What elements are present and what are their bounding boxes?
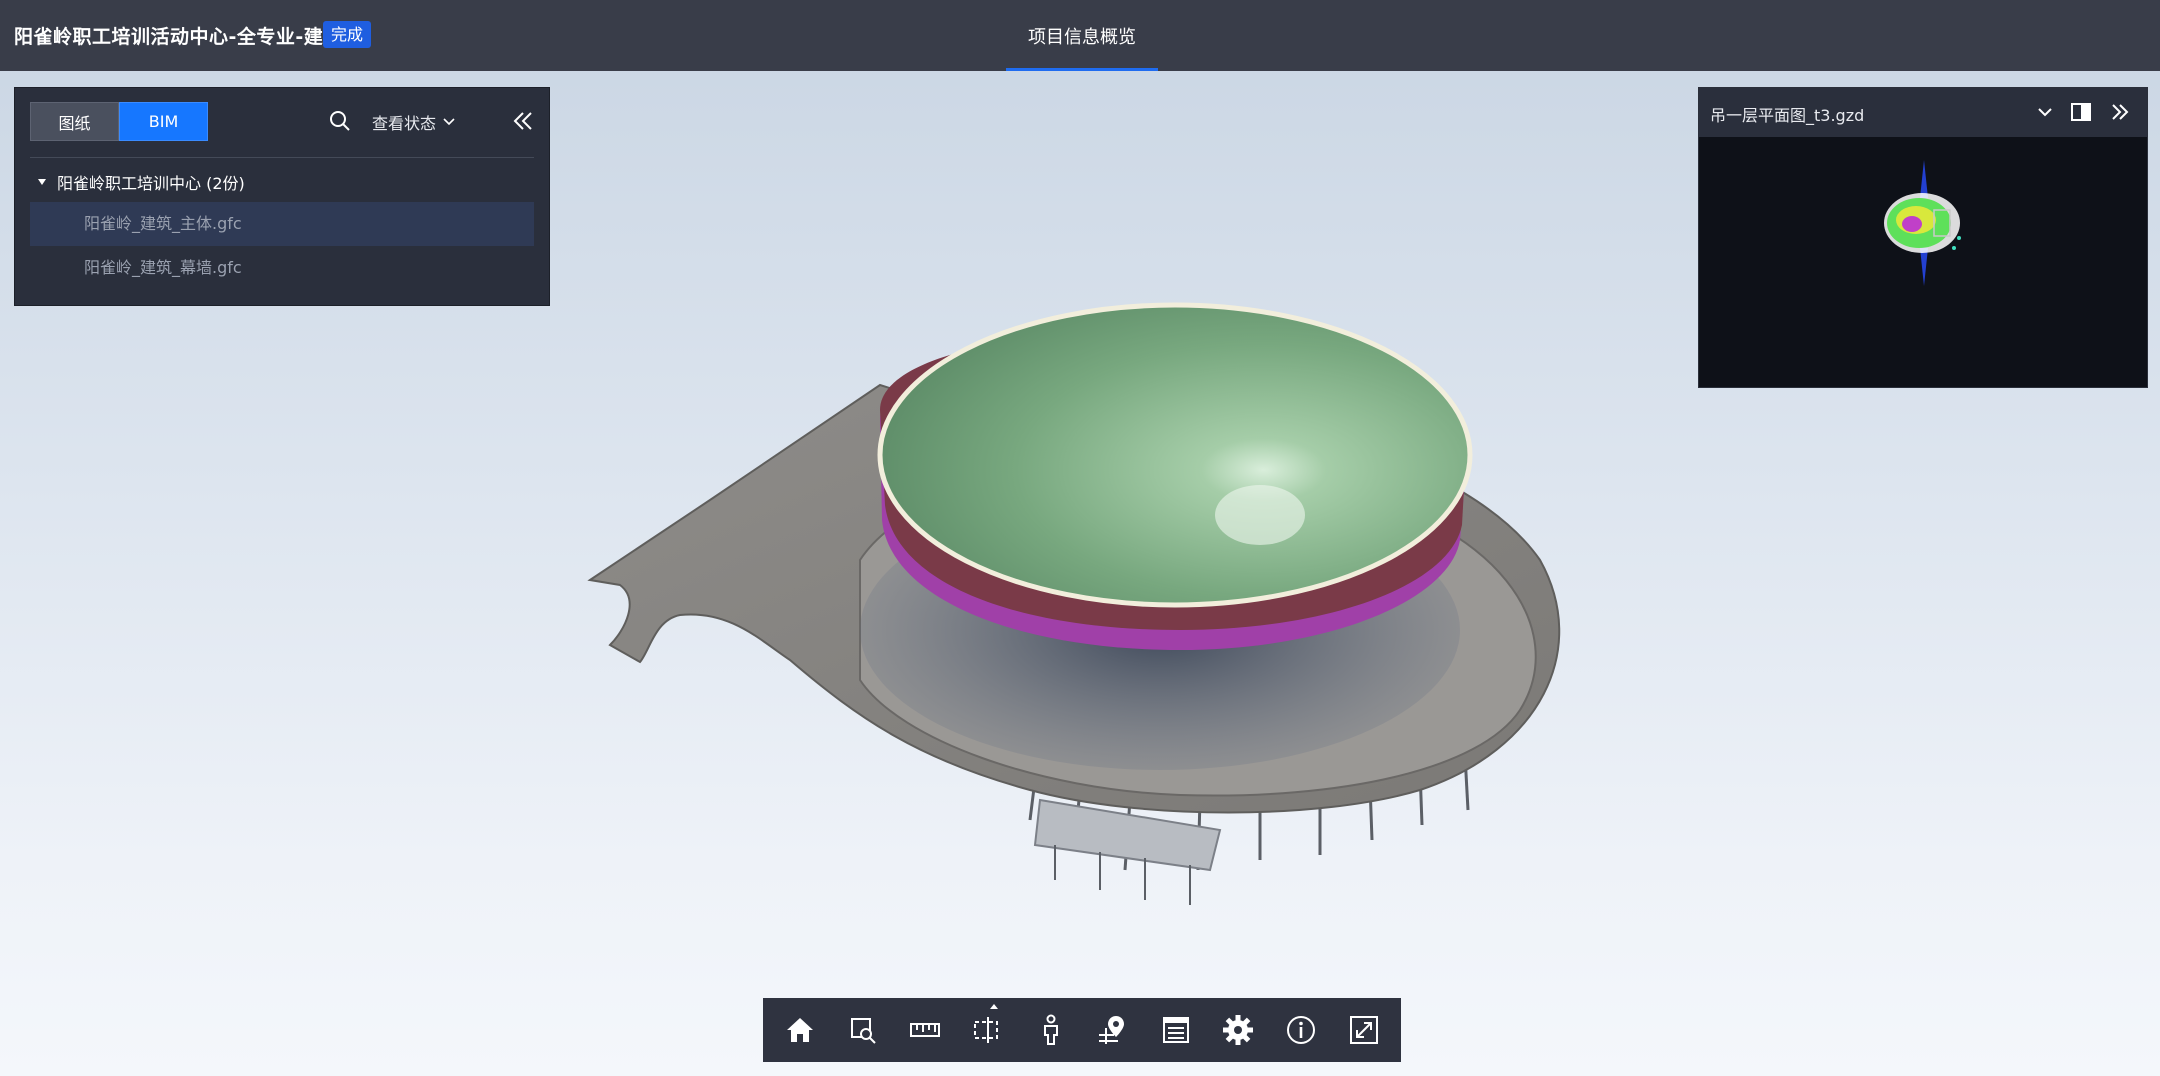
fullscreen-icon[interactable] [1344,1010,1384,1050]
tree-item-curtain-wall[interactable]: 阳雀岭_建筑_幕墙.gfc [30,246,534,290]
tree-item-main[interactable]: 阳雀岭_建筑_主体.gfc [30,202,534,246]
chevron-down-icon[interactable] [2033,100,2057,124]
minimap-header: 吊一层平面图_t3.gzd [1699,88,2147,137]
tab-drawings[interactable]: 图纸 [30,102,119,141]
zoom-box-icon[interactable] [843,1010,883,1050]
list-icon[interactable] [1156,1010,1196,1050]
status-filter-label: 查看状态 [372,114,437,133]
search-icon[interactable] [327,108,353,134]
floor-plan-minimap: 吊一层平面图_t3.gzd [1698,87,2148,388]
status-badge: 完成 [323,21,372,48]
dome-roof [877,302,1473,608]
panel-divider [30,157,534,158]
minimap-title: 吊一层平面图_t3.gzd [1710,106,1865,125]
split-view-icon[interactable] [2069,100,2093,124]
viewer-toolbar [763,998,1401,1062]
home-icon[interactable] [780,1010,820,1050]
tree-root-label: 阳雀岭职工培训中心 (2份) [57,174,245,193]
view-mode-switch: 图纸 BIM [30,102,208,141]
tab-project-overview[interactable]: 项目信息概览 [1006,0,1158,71]
section-box-icon[interactable] [968,1004,1008,1050]
tab-bim[interactable]: BIM [119,102,208,141]
info-icon[interactable] [1281,1010,1321,1050]
chevron-down-icon [443,118,455,126]
tree-root-node[interactable]: 阳雀岭职工培训中心 (2份) [37,170,245,194]
caret-down-icon [38,179,46,185]
status-filter-dropdown[interactable]: 查看状态 [372,110,456,134]
submenu-caret-icon [990,1004,999,1009]
model-list-panel: 图纸 BIM 查看状态 阳雀岭职工培训中心 (2份) 阳雀岭_建筑_主体.gfc… [14,87,550,306]
gear-icon[interactable] [1218,1010,1258,1050]
top-bar: 阳雀岭职工培训活动中心-全专业-建筑 完成 项目信息概览 [0,0,2160,71]
bim-model-viewport[interactable] [560,300,1640,940]
expand-right-icon[interactable] [2108,100,2132,124]
collapse-panel-icon[interactable] [509,108,537,134]
floor-plan-thumbnail[interactable] [1864,158,1984,288]
person-icon[interactable] [1031,1010,1071,1050]
project-title: 阳雀岭职工培训活动中心-全专业-建筑 [14,26,343,48]
measure-icon[interactable] [905,1010,945,1050]
location-pin-icon[interactable] [1093,1010,1133,1050]
